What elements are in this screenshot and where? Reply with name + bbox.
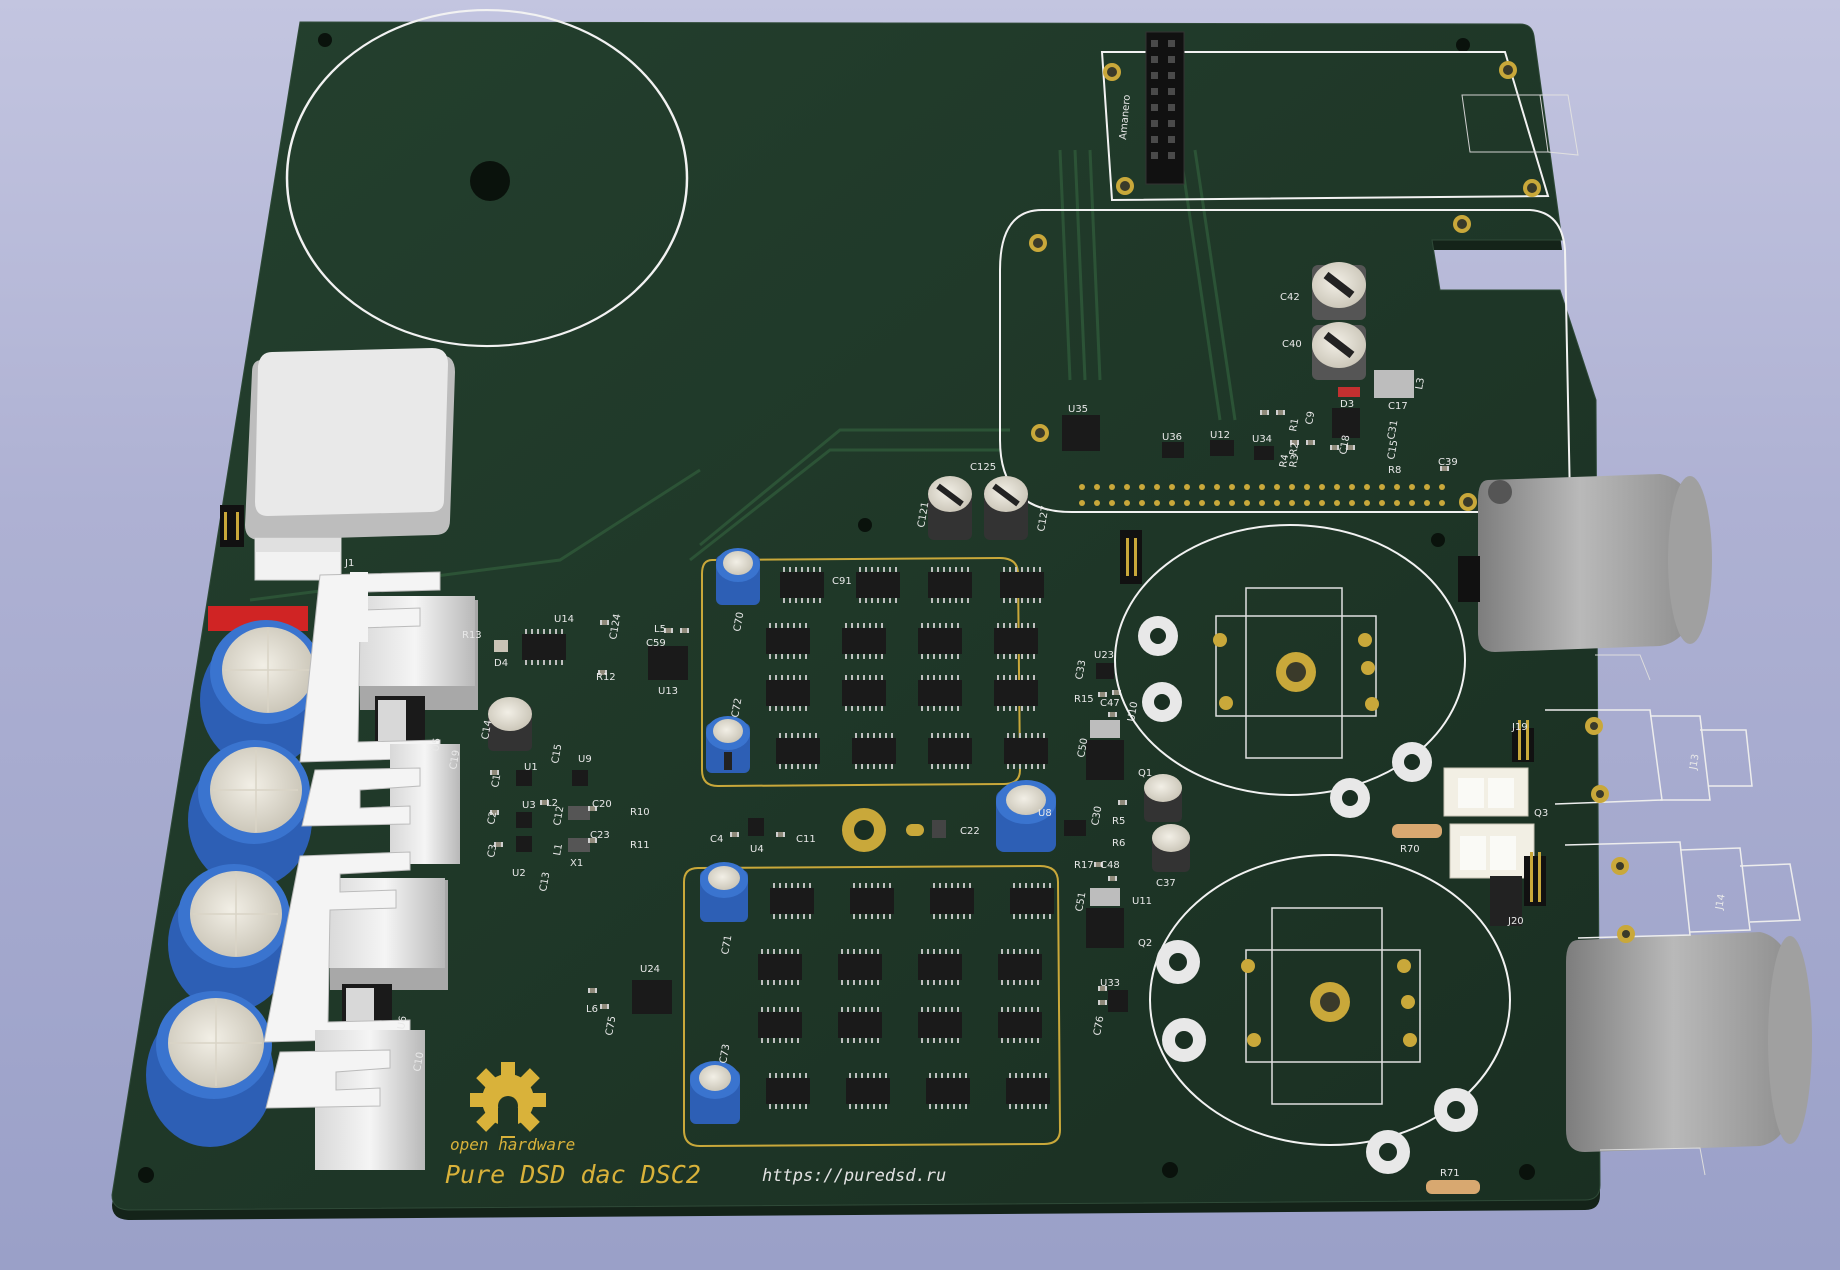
svg-text:J20: J20: [1507, 916, 1524, 927]
svg-text:C23: C23: [590, 830, 610, 841]
svg-text:U6: U6: [396, 1015, 409, 1030]
svg-text:R6: R6: [1112, 838, 1125, 849]
svg-text:Q3: Q3: [1534, 808, 1548, 819]
svg-text:R70: R70: [1400, 844, 1420, 855]
svg-text:J19: J19: [1511, 722, 1528, 733]
svg-text:R5: R5: [1112, 816, 1125, 827]
svg-text:R12: R12: [596, 672, 616, 683]
svg-text:L6: L6: [586, 1004, 598, 1015]
svg-text:U23: U23: [1094, 650, 1114, 661]
svg-text:C2: C2: [486, 810, 499, 825]
svg-text:R17: R17: [1074, 860, 1094, 871]
svg-text:R15: R15: [1074, 694, 1094, 705]
svg-text:J14: J14: [1714, 893, 1728, 911]
svg-text:U1: U1: [524, 762, 538, 773]
svg-text:D3: D3: [1340, 399, 1354, 410]
svg-text:R11: R11: [630, 840, 650, 851]
svg-text:R71: R71: [1440, 1168, 1460, 1179]
svg-text:U35: U35: [1068, 404, 1088, 415]
svg-text:U2: U2: [512, 868, 526, 879]
svg-text:J13: J13: [1688, 753, 1702, 771]
svg-text:R1: R1: [1288, 418, 1301, 433]
svg-text:X1: X1: [570, 858, 583, 869]
svg-text:U36: U36: [1162, 432, 1182, 443]
svg-text:U8: U8: [1038, 808, 1052, 819]
svg-text:C48: C48: [1100, 860, 1120, 871]
svg-text:U9: U9: [578, 754, 592, 765]
svg-text:C59: C59: [646, 638, 666, 649]
svg-text:U12: U12: [1210, 430, 1230, 441]
svg-text:U13: U13: [658, 686, 678, 697]
svg-text:C4: C4: [710, 834, 723, 845]
svg-text:C39: C39: [1438, 457, 1458, 468]
open-hardware-text: open hardware: [450, 1135, 575, 1154]
board-url: https://puredsd.ru: [762, 1166, 946, 1186]
svg-text:U33: U33: [1100, 978, 1120, 989]
svg-text:U11: U11: [1132, 896, 1152, 907]
pcb-3d-render: Amanero C42 C40 L3 D3 C17 C9 R1 R2 R3 R4…: [111, 9, 1812, 1220]
svg-text:Q1: Q1: [1138, 768, 1152, 779]
svg-text:L1: L1: [552, 843, 565, 857]
svg-text:Q2: Q2: [1138, 938, 1152, 949]
svg-text:D4: D4: [494, 658, 508, 669]
svg-text:L3: L3: [1414, 377, 1427, 391]
svg-text:R8: R8: [1388, 465, 1401, 476]
svg-text:C37: C37: [1156, 878, 1176, 889]
svg-text:U14: U14: [554, 614, 574, 625]
svg-text:C125: C125: [970, 462, 996, 473]
svg-text:R4: R4: [1278, 454, 1291, 469]
svg-text:L5: L5: [654, 624, 666, 635]
svg-text:C40: C40: [1282, 339, 1302, 350]
svg-text:C47: C47: [1100, 698, 1120, 709]
svg-text:C20: C20: [592, 799, 612, 810]
svg-text:C3: C3: [486, 843, 499, 858]
svg-text:C91: C91: [832, 576, 852, 587]
svg-text:C22: C22: [960, 826, 980, 837]
svg-text:R13: R13: [462, 630, 482, 641]
svg-text:C1: C1: [490, 773, 503, 788]
svg-text:C9: C9: [1304, 410, 1317, 425]
svg-text:C42: C42: [1280, 292, 1300, 303]
board-title: Pure DSD dac DSC2: [445, 1160, 701, 1189]
svg-text:R10: R10: [630, 807, 650, 818]
svg-text:U5: U5: [430, 737, 443, 752]
svg-text:U24: U24: [640, 964, 660, 975]
svg-text:U4: U4: [750, 844, 764, 855]
svg-text:J1: J1: [344, 558, 354, 569]
svg-text:C17: C17: [1388, 401, 1408, 412]
xlr-connector-bottom: [1566, 932, 1812, 1176]
svg-text:U34: U34: [1252, 434, 1272, 445]
svg-text:U3: U3: [522, 800, 536, 811]
svg-text:C11: C11: [796, 834, 816, 845]
